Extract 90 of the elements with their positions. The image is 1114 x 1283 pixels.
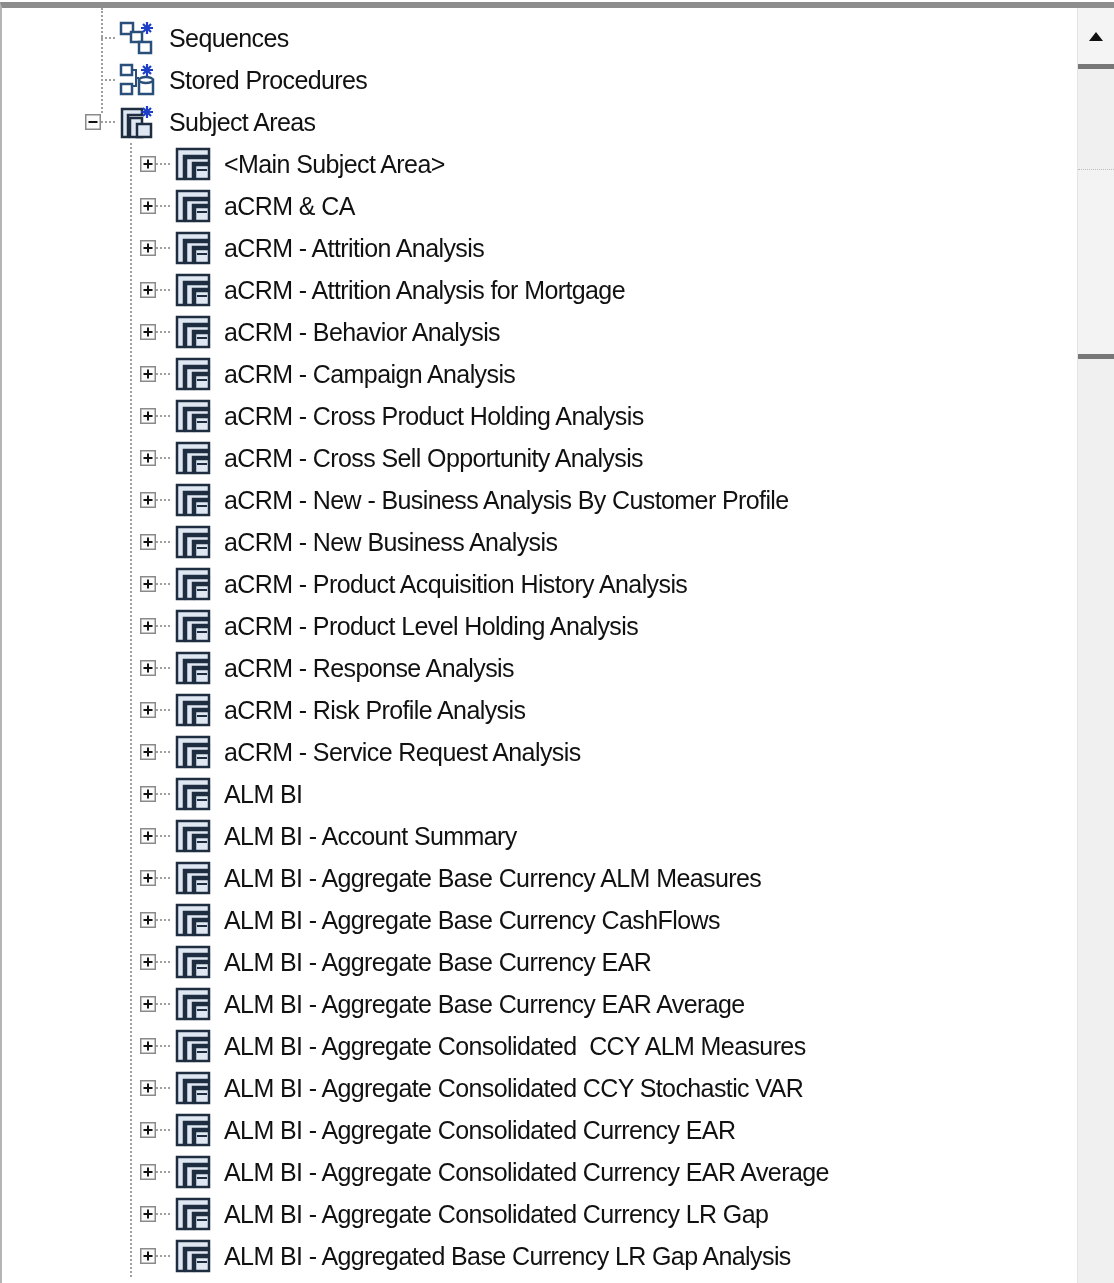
- subject-area-icon: [174, 818, 212, 854]
- subject-area-icon: [174, 902, 212, 938]
- vertical-scrollbar[interactable]: [1077, 8, 1114, 1283]
- tree-item-label[interactable]: <Main Subject Area>: [224, 149, 445, 179]
- scroll-up-button[interactable]: [1078, 8, 1114, 69]
- up-arrow-icon: [1089, 31, 1103, 41]
- tree-item-label[interactable]: ALM BI - Aggregate Consolidated Currency LR Gap: [224, 1199, 769, 1229]
- expand-toggle[interactable]: [140, 618, 156, 634]
- stored-procedure-icon: [119, 62, 157, 98]
- tree-item-label[interactable]: ALM BI - Aggregate Consolidated Currency EAR: [224, 1115, 736, 1145]
- expand-toggle[interactable]: [140, 366, 156, 382]
- expand-toggle[interactable]: [140, 996, 156, 1012]
- expand-toggle[interactable]: [140, 786, 156, 802]
- tree-item-label[interactable]: aCRM - Attrition Analysis for Mortgage: [224, 275, 625, 305]
- expand-toggle[interactable]: [140, 156, 156, 172]
- expand-toggle[interactable]: [140, 576, 156, 592]
- tree-item-label[interactable]: Subject Areas: [169, 107, 316, 137]
- tree-item-label[interactable]: ALM BI: [224, 779, 303, 809]
- tree-item-label[interactable]: ALM BI - Account Summary: [224, 821, 517, 851]
- tree-item-label[interactable]: aCRM & CA: [224, 191, 355, 221]
- subject-area-icon: [174, 1028, 212, 1064]
- expand-toggle[interactable]: [140, 534, 156, 550]
- subject-area-icon: [174, 146, 212, 182]
- subject-area-icon: [174, 1112, 212, 1148]
- tree-item-label[interactable]: aCRM - New Business Analysis: [224, 527, 558, 557]
- expand-toggle[interactable]: [140, 492, 156, 508]
- subject-area-icon: [174, 1154, 212, 1190]
- expand-toggle[interactable]: [140, 702, 156, 718]
- expand-toggle[interactable]: [140, 282, 156, 298]
- subject-area-icon: [174, 734, 212, 770]
- tree-item-label[interactable]: aCRM - Response Analysis: [224, 653, 514, 683]
- subject-area-icon: [174, 860, 212, 896]
- subject-area-icon: [174, 650, 212, 686]
- expand-toggle[interactable]: [140, 954, 156, 970]
- expand-toggle[interactable]: [140, 912, 156, 928]
- tree-item-label[interactable]: ALM BI - Aggregated Base Currency LR Gap Analysis: [224, 1241, 791, 1271]
- tree-item-label[interactable]: aCRM - Product Level Holding Analysis: [224, 611, 639, 641]
- tree-item-label[interactable]: ALM BI - Aggregate Base Currency CashFlows: [224, 905, 720, 935]
- tree-item-label[interactable]: Stored Procedures: [169, 65, 368, 95]
- tree-item-label[interactable]: ALM BI - Aggregate Base Currency EAR: [224, 947, 652, 977]
- tree-item-label[interactable]: ALM BI - Aggregate Consolidated Currency EAR Average: [224, 1157, 829, 1187]
- tree-item-label[interactable]: Sequences: [169, 23, 289, 53]
- subject-area-icon: [174, 356, 212, 392]
- expand-toggle[interactable]: [140, 198, 156, 214]
- subject-area-icon: [174, 1238, 212, 1274]
- tree-item-label[interactable]: aCRM - Service Request Analysis: [224, 737, 581, 767]
- collapse-toggle[interactable]: [85, 114, 101, 130]
- subject-area-icon: [174, 482, 212, 518]
- subject-area-icon: [174, 272, 212, 308]
- tree-item-label[interactable]: aCRM - Risk Profile Analysis: [224, 695, 526, 725]
- expand-toggle[interactable]: [140, 1122, 156, 1138]
- tree-item-label[interactable]: ALM BI - Aggregate Consolidated CCY Stochastic VAR: [224, 1073, 804, 1103]
- subject-area-icon: [174, 944, 212, 980]
- expand-toggle[interactable]: [140, 870, 156, 886]
- subject-area-icon: [174, 692, 212, 728]
- tree-item-label[interactable]: ALM BI - Aggregate Base Currency ALM Measures: [224, 863, 762, 893]
- expand-toggle[interactable]: [140, 1038, 156, 1054]
- expand-toggle[interactable]: [140, 450, 156, 466]
- subject-area-icon: [174, 440, 212, 476]
- tree-item-label[interactable]: ALM BI - Aggregate Consolidated CCY ALM Measures: [224, 1031, 806, 1061]
- expand-toggle[interactable]: [140, 1164, 156, 1180]
- subject-area-icon: [174, 398, 212, 434]
- expand-toggle[interactable]: [140, 240, 156, 256]
- subject-area-icon: [174, 524, 212, 560]
- expand-toggle[interactable]: [140, 660, 156, 676]
- expand-toggle[interactable]: [140, 324, 156, 340]
- tree-item-label[interactable]: aCRM - Behavior Analysis: [224, 317, 500, 347]
- expand-toggle[interactable]: [140, 1248, 156, 1264]
- tree-item-label[interactable]: aCRM - Attrition Analysis: [224, 233, 485, 263]
- expand-toggle[interactable]: [140, 408, 156, 424]
- subject-area-icon: [174, 608, 212, 644]
- subject-area-icon: [174, 1196, 212, 1232]
- subject-area-icon: [174, 776, 212, 812]
- tree-item-label[interactable]: aCRM - New - Business Analysis By Customer Profile: [224, 485, 789, 515]
- tree-item-label[interactable]: aCRM - Cross Sell Opportunity Analysis: [224, 443, 643, 473]
- subject-area-icon: [174, 314, 212, 350]
- expand-toggle[interactable]: [140, 828, 156, 844]
- tree-item-label[interactable]: aCRM - Product Acquisition History Analysis: [224, 569, 688, 599]
- expand-toggle[interactable]: [140, 744, 156, 760]
- tree-item-label[interactable]: ALM BI - Aggregate Base Currency EAR Average: [224, 989, 745, 1019]
- subject-area-icon: [174, 566, 212, 602]
- subject-area-icon: [174, 230, 212, 266]
- scrollbar-thumb[interactable]: [1078, 169, 1114, 359]
- subject-area-icon: [174, 188, 212, 224]
- tree-item-label[interactable]: aCRM - Cross Product Holding Analysis: [224, 401, 644, 431]
- subject-area-icon: [174, 1070, 212, 1106]
- expand-toggle[interactable]: [140, 1080, 156, 1096]
- subject-area-icon: [174, 986, 212, 1022]
- expand-toggle[interactable]: [140, 1206, 156, 1222]
- tree-item-label[interactable]: aCRM - Campaign Analysis: [224, 359, 516, 389]
